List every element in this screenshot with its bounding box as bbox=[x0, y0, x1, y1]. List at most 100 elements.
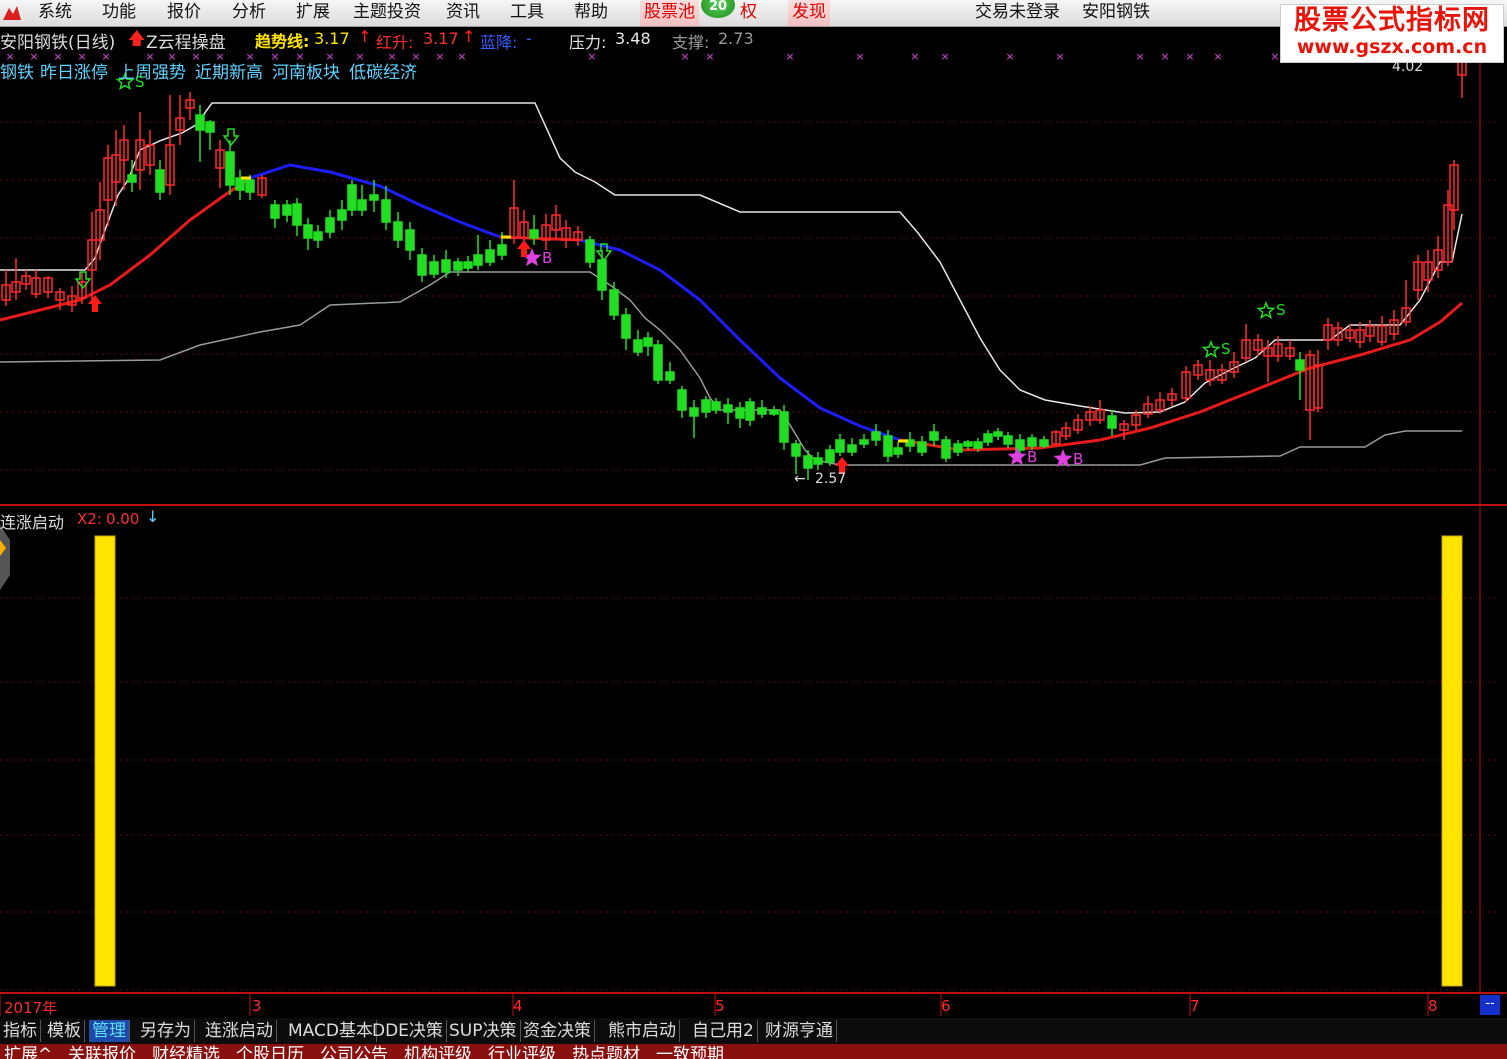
timeline-month: 8 bbox=[1428, 997, 1438, 1015]
chart-title: 安阳钢铁(日线) bbox=[0, 33, 116, 53]
tab-dde[interactable]: DDE决策 bbox=[369, 1020, 447, 1042]
formula-name[interactable]: Z云程操盘 bbox=[146, 28, 226, 53]
top-signal-mark: × bbox=[1185, 50, 1194, 63]
candle-down bbox=[745, 401, 755, 421]
sell-signal-label: S bbox=[135, 73, 145, 91]
buy-star-icon bbox=[1007, 446, 1027, 466]
concept-tag-new-high[interactable]: 近期新高 bbox=[195, 58, 263, 83]
tab-self-use[interactable]: 自己用2 bbox=[689, 1020, 758, 1042]
timeline-month: 7 bbox=[1190, 997, 1200, 1015]
candle-down bbox=[871, 431, 881, 441]
concept-tag-henan[interactable]: 河南板块 bbox=[272, 58, 340, 83]
candle-down bbox=[303, 224, 313, 239]
tab-lianzhang[interactable]: 连涨启动 bbox=[202, 1020, 277, 1042]
top-signal-mark: × bbox=[1055, 50, 1064, 63]
tab-consensus[interactable]: 一致预期 bbox=[656, 1044, 724, 1059]
timeline-month: 4 bbox=[513, 997, 523, 1015]
trend-line-up bbox=[0, 176, 251, 322]
down-arrow-icon: ↓ bbox=[146, 507, 160, 526]
red-rise-label: 红升: bbox=[376, 33, 414, 52]
candle-down bbox=[381, 199, 391, 223]
blue-fall-label: 蓝降: bbox=[480, 33, 518, 52]
red-rise-value: 3.17 bbox=[423, 29, 459, 48]
concept-tag-low-carbon[interactable]: 低碳经济 bbox=[349, 58, 417, 83]
candle-down bbox=[127, 174, 137, 183]
top-signal-mark: × bbox=[1160, 50, 1169, 63]
candle-down bbox=[441, 259, 451, 273]
tab-sup[interactable]: SUP决策 bbox=[446, 1020, 521, 1042]
tab-template[interactable]: 模板 bbox=[44, 1020, 85, 1042]
top-signal-mark: × bbox=[1135, 50, 1144, 63]
buy-signal-label: B bbox=[1027, 448, 1038, 466]
up-arrow-icon: ↑ bbox=[462, 27, 476, 46]
tab-related-quote[interactable]: 关联报价 bbox=[68, 1044, 136, 1059]
timeline-end-button[interactable]: -- bbox=[1480, 995, 1500, 1015]
candle-down bbox=[485, 249, 495, 263]
sub-indicator-title[interactable]: 连涨启动 bbox=[0, 509, 64, 533]
kline-chart[interactable]: ×××××××××××××××××××××××××××××××××××××× bbox=[0, 0, 1507, 1059]
top-signal-mark: × bbox=[1213, 50, 1222, 63]
top-signal-mark: × bbox=[785, 50, 794, 63]
tab-save-as[interactable]: 另存为 bbox=[137, 1020, 195, 1042]
tab-bear-start[interactable]: 熊市启动 bbox=[605, 1020, 680, 1042]
candle-down bbox=[1107, 415, 1117, 429]
candle-down bbox=[357, 199, 367, 211]
top-signal-mark: × bbox=[435, 50, 444, 63]
tab-calendar[interactable]: 个股日历 bbox=[236, 1044, 304, 1059]
tab-caiyuan[interactable]: 财源亨通 bbox=[762, 1020, 837, 1042]
candle-down bbox=[917, 441, 927, 453]
top-signal-mark: × bbox=[855, 50, 864, 63]
candle-down bbox=[292, 203, 302, 226]
candle-down bbox=[653, 344, 663, 381]
sell-signal-label: S bbox=[1221, 340, 1231, 358]
candle-down bbox=[337, 209, 347, 221]
tab-rating[interactable]: 机构评级 bbox=[404, 1044, 472, 1059]
up-arrow-icon: ↑ bbox=[358, 27, 372, 46]
pressure-label: 压力: bbox=[569, 33, 607, 52]
signal-bar bbox=[94, 535, 116, 987]
tab-indicator[interactable]: 指标 bbox=[0, 1020, 41, 1042]
candle-down bbox=[429, 261, 439, 275]
candle-down bbox=[270, 204, 280, 219]
candle-down bbox=[405, 229, 415, 251]
tab-macd[interactable]: MACD基本 bbox=[285, 1020, 377, 1042]
candle-down bbox=[633, 339, 643, 353]
candle-down bbox=[205, 121, 215, 133]
concept-tag-strong-week[interactable]: 上周强势 bbox=[118, 58, 186, 83]
tab-announcement[interactable]: 公司公告 bbox=[320, 1044, 388, 1059]
sell-star-icon bbox=[1201, 339, 1221, 359]
blue-fall-value: - bbox=[526, 29, 532, 48]
tab-industry-rating[interactable]: 行业评级 bbox=[488, 1044, 556, 1059]
top-signal-mark: × bbox=[910, 50, 919, 63]
candle-down bbox=[1003, 435, 1013, 445]
candle-down bbox=[953, 443, 963, 453]
tab-manage[interactable]: 管理 bbox=[89, 1020, 130, 1042]
candle-down bbox=[847, 444, 857, 453]
sell-arrow-icon bbox=[222, 128, 240, 147]
low-price-label: 2.57 bbox=[815, 471, 847, 487]
candle-down bbox=[993, 431, 1003, 437]
buy-arrow-icon bbox=[88, 295, 102, 312]
candle-down bbox=[463, 261, 473, 269]
candle-down bbox=[689, 407, 699, 417]
support-label: 支撑: bbox=[672, 33, 710, 52]
candle-down bbox=[803, 455, 813, 469]
tab-hot-topic[interactable]: 热点题材 bbox=[572, 1044, 640, 1059]
candle-down bbox=[497, 244, 507, 256]
candle-down bbox=[417, 254, 427, 276]
candle-down bbox=[835, 439, 845, 453]
top-signal-mark: × bbox=[1005, 50, 1014, 63]
timeline-month: 5 bbox=[715, 997, 725, 1015]
x2-value: 0.00 bbox=[106, 510, 140, 528]
concept-tag-steel[interactable]: 钢铁 bbox=[0, 58, 34, 83]
candle-down bbox=[813, 457, 823, 465]
buy-signal-label: B bbox=[542, 249, 553, 267]
candle-down bbox=[677, 389, 687, 411]
trend-value: 3.17 bbox=[314, 29, 350, 48]
tab-extend[interactable]: 扩展^ bbox=[4, 1044, 52, 1059]
candle-down bbox=[453, 261, 463, 271]
tab-fund[interactable]: 资金决策 bbox=[520, 1020, 595, 1042]
concept-tag-limit-up[interactable]: 昨日涨停 bbox=[40, 58, 108, 83]
tab-finance[interactable]: 财经精选 bbox=[152, 1044, 220, 1059]
candle-down bbox=[347, 184, 357, 211]
